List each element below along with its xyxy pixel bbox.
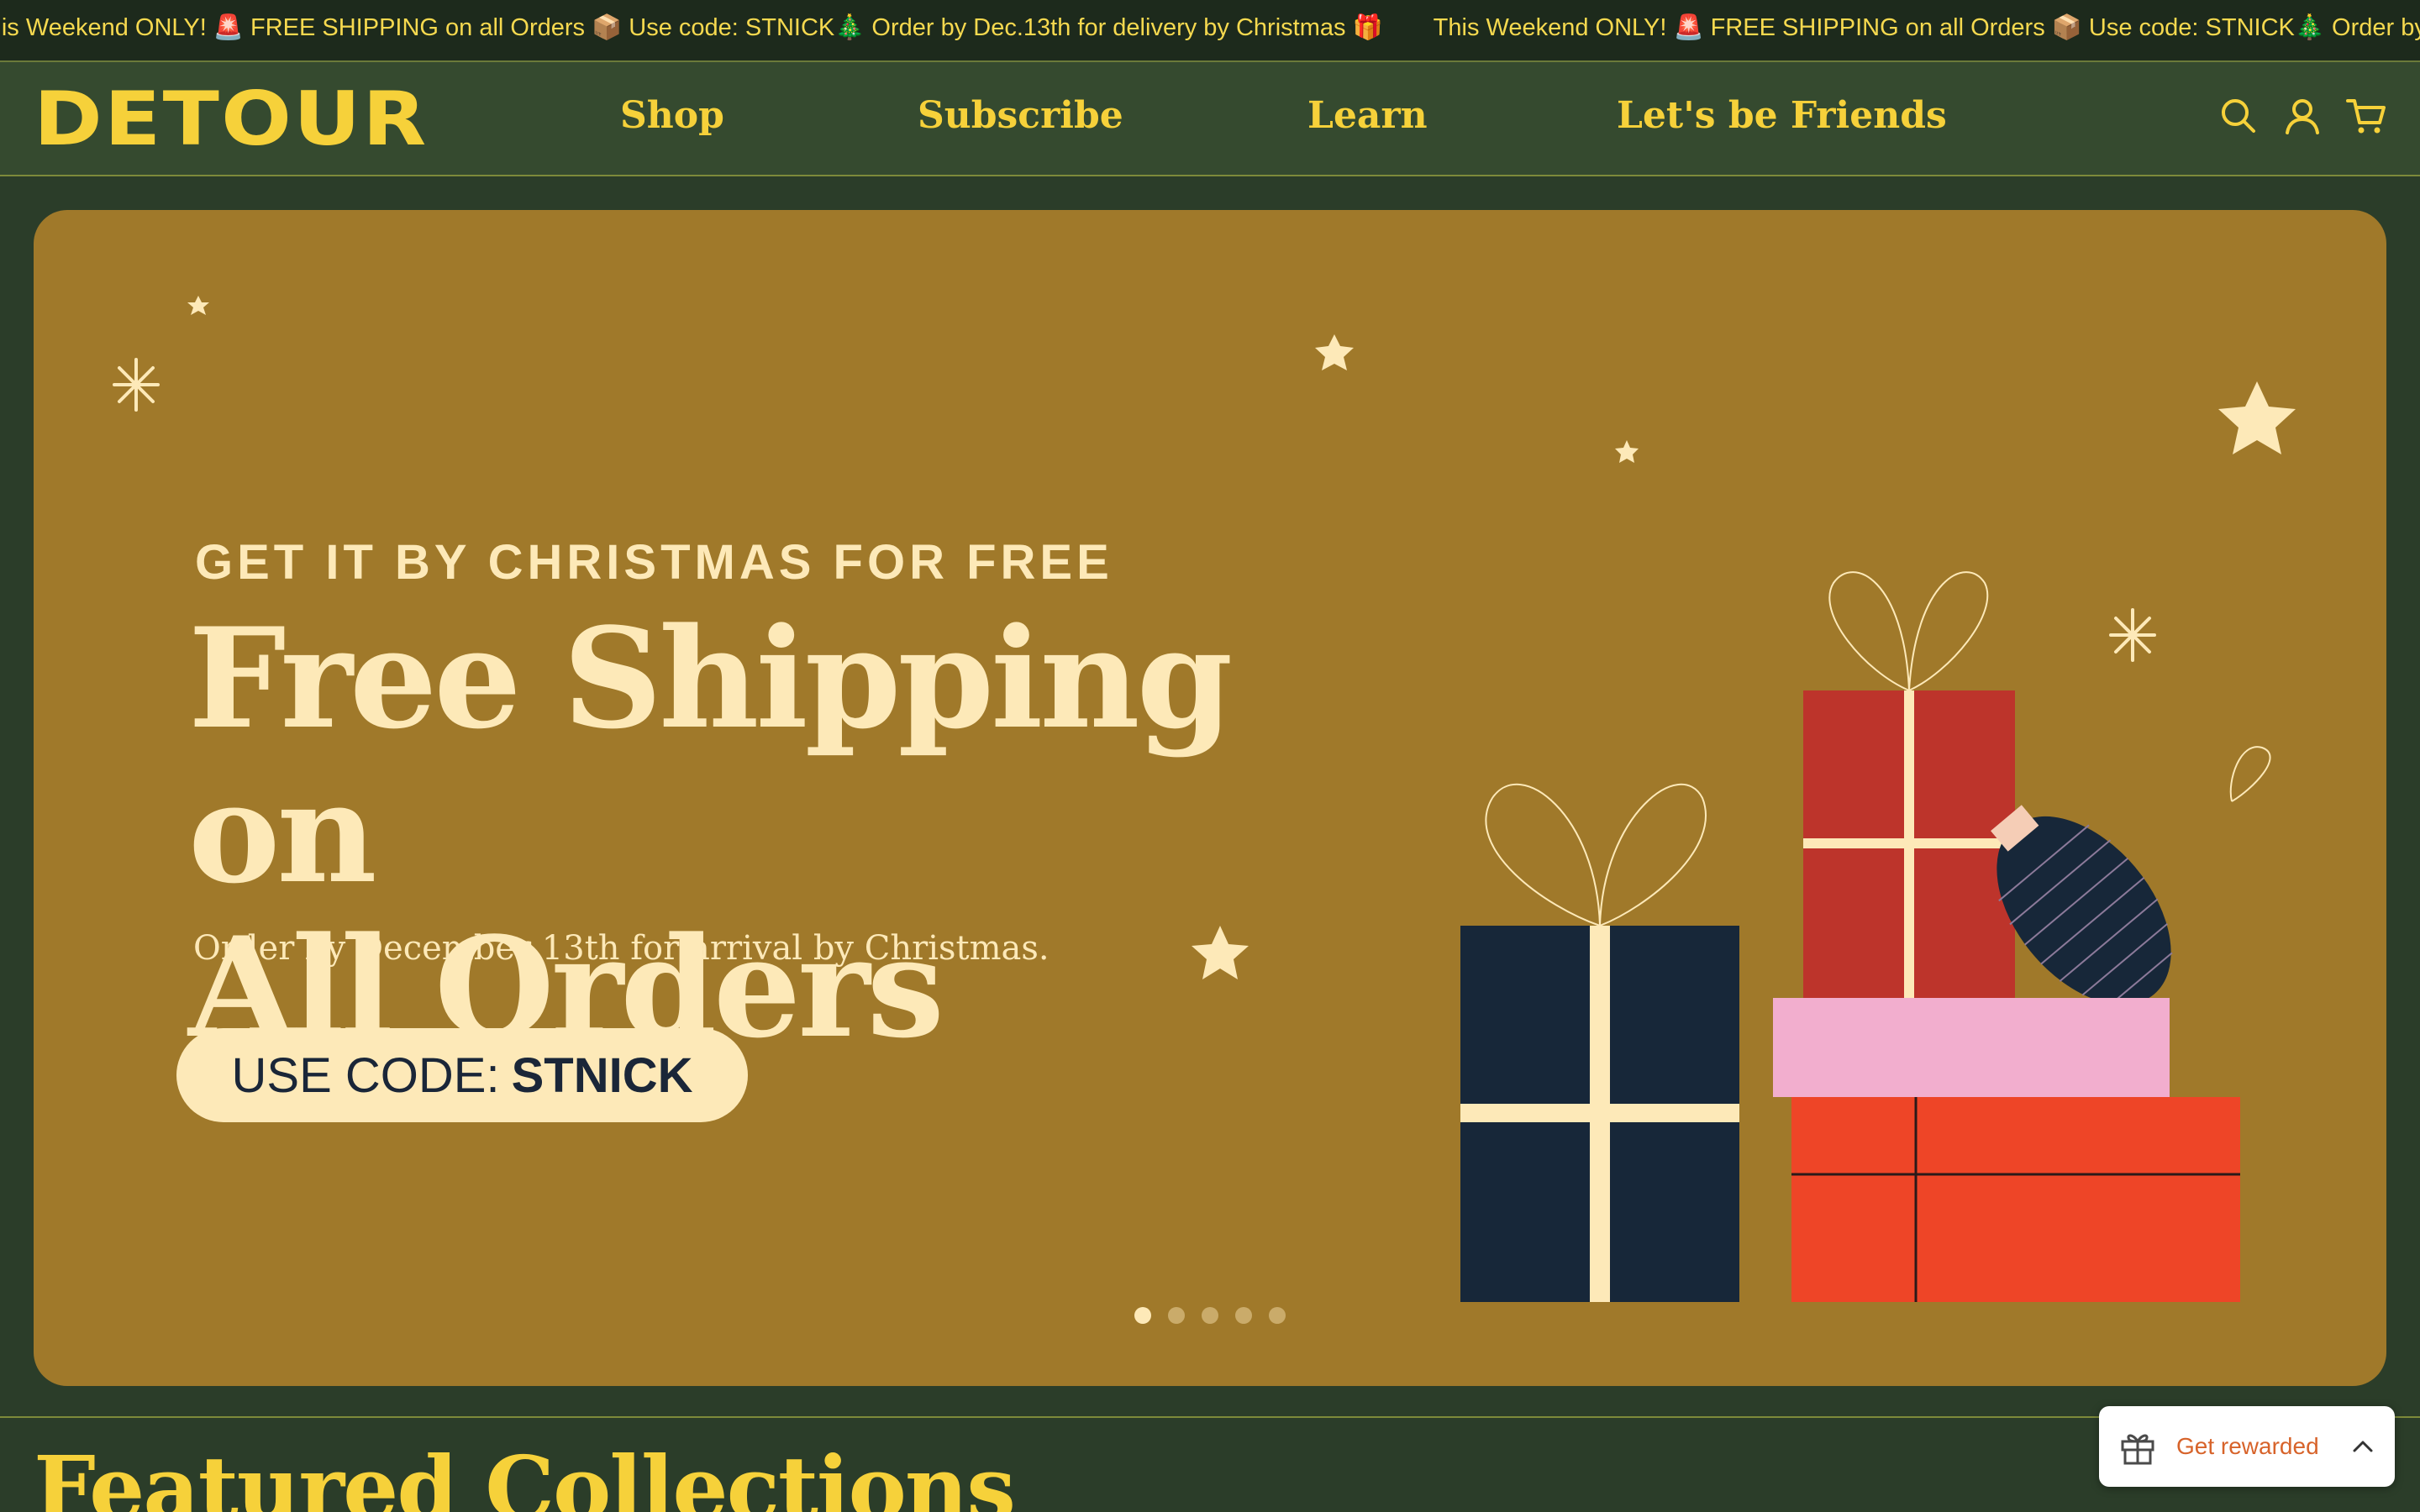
nav-learn[interactable]: Learn [1307,94,1428,137]
nav-lets-be-friends[interactable]: Let's be Friends [1617,94,1947,137]
announcement-message: This Weekend ONLY! 🚨 FREE SHIPPING on al… [1433,14,2420,41]
account-icon[interactable] [2282,96,2323,136]
nav-subscribe[interactable]: Subscribe [918,94,1123,137]
nav-shop[interactable]: Shop [620,94,724,137]
rewards-widget[interactable]: Get rewarded [2099,1406,2395,1487]
promo-code: STNICK [511,1047,693,1103]
hero-banner: GET IT BY CHRISTMAS FOR FREE Free Shippi… [34,210,2386,1386]
search-icon[interactable] [2218,96,2259,136]
cart-icon[interactable] [2346,96,2386,136]
announcement-bar: This Weekend ONLY! 🚨 FREE SHIPPING on al… [0,0,2420,62]
header-icons [2218,96,2386,136]
logo[interactable]: DETOUR [34,82,429,156]
site-header: DETOUR Shop Subscribe Learn Let's be Fri… [0,62,2420,176]
hero-headline: Free Shipping on All Orders [188,601,1449,1065]
chevron-up-icon[interactable] [2349,1433,2376,1460]
section-divider [0,1416,2420,1418]
announcement-track: This Weekend ONLY! 🚨 FREE SHIPPING on al… [0,13,2420,42]
hero-headline-line-1: Free Shipping on [188,597,1233,914]
rewards-label: Get rewarded [2176,1433,2319,1459]
carousel-dot[interactable] [1202,1307,1218,1324]
carousel-dot[interactable] [1168,1307,1185,1324]
promo-code-button[interactable]: USE CODE: STNICK [176,1028,748,1122]
featured-collections-title: Featured Collections [34,1436,1016,1512]
gift-icon [2121,1434,2154,1465]
carousel-pagination [1134,1307,1286,1324]
carousel-dot[interactable] [1235,1307,1252,1324]
hero-subline: Order by December 13th for arrival by Ch… [193,929,1050,968]
announcement-message: This Weekend ONLY! 🚨 FREE SHIPPING on al… [0,14,1383,41]
hero-eyebrow: GET IT BY CHRISTMAS FOR FREE [195,535,1113,590]
carousel-dot[interactable] [1269,1307,1286,1324]
carousel-dot[interactable] [1134,1307,1151,1324]
promo-code-prefix: USE CODE: [231,1047,500,1103]
gift-illustration [1460,571,2271,1302]
